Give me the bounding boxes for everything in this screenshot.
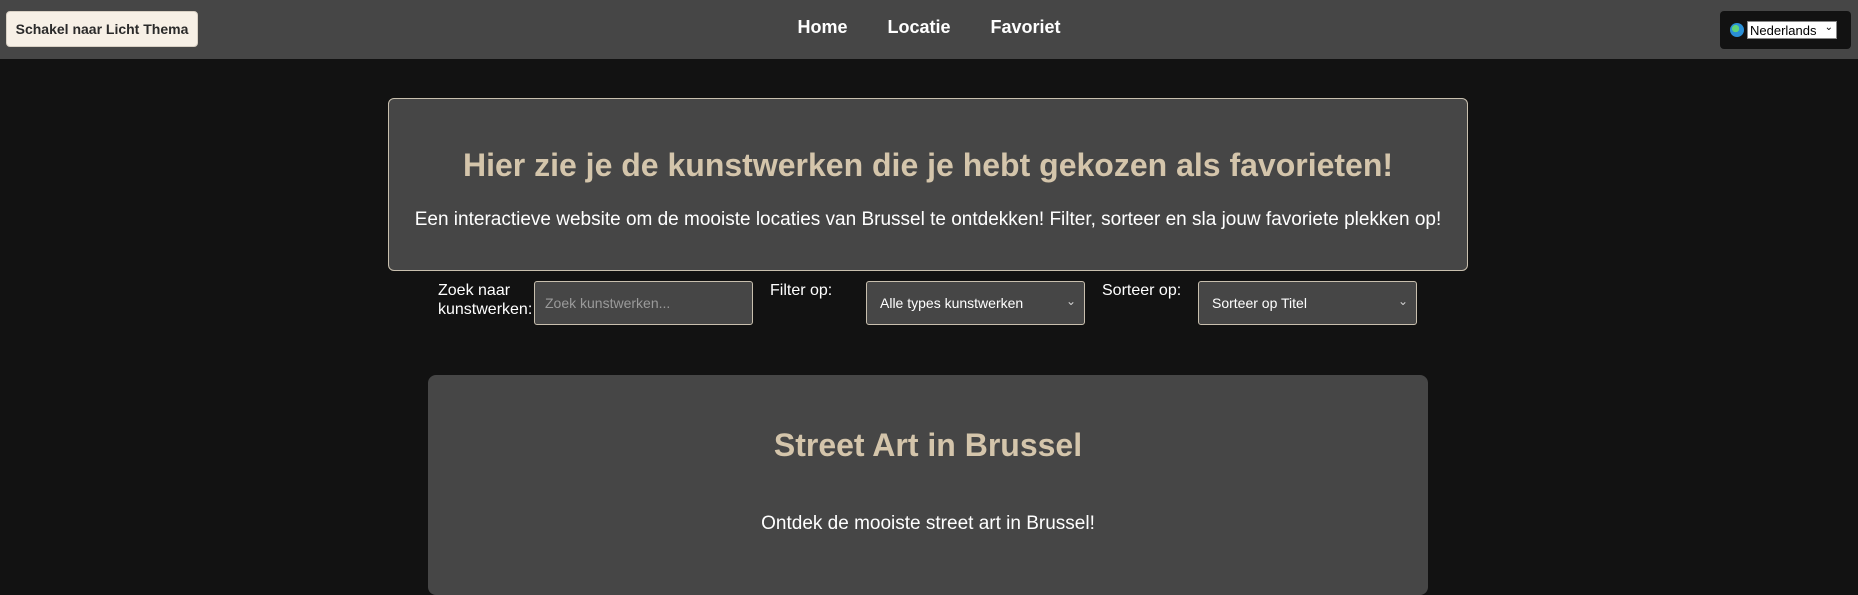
filter-select[interactable]: Alle types kunstwerken ⌄ xyxy=(866,281,1085,325)
nav-link-locatie[interactable]: Locatie xyxy=(887,17,950,38)
search-label-line2: kunstwerken: xyxy=(438,301,533,318)
nav-link-home[interactable]: Home xyxy=(797,17,847,38)
language-select[interactable]: Nederlands ⌄ xyxy=(1747,21,1837,39)
chevron-down-icon: ⌄ xyxy=(1065,294,1076,308)
sort-select-value: Sorteer op Titel xyxy=(1212,295,1307,311)
card-description: Ontdek de mooiste street art in Brussel! xyxy=(761,513,1095,534)
card-title: Street Art in Brussel xyxy=(773,427,1083,463)
language-select-value: Nederlands xyxy=(1750,22,1817,38)
search-input[interactable]: Zoek kunstwerken... xyxy=(534,281,753,325)
chevron-down-icon: ⌄ xyxy=(1397,294,1408,308)
filter-label: Filter op: xyxy=(770,282,833,299)
language-switcher: Nederlands ⌄ xyxy=(1720,11,1851,49)
hero-title: Hier zie je de kunstwerken die je hebt g… xyxy=(462,147,1394,183)
sort-label: Sorteer op: xyxy=(1102,282,1182,299)
artwork-card: Street Art in Brussel Ontdek de mooiste … xyxy=(428,375,1428,595)
search-label: Zoek naar kunstwerken: xyxy=(438,281,532,319)
globe-icon xyxy=(1730,23,1744,37)
main-nav: Home Locatie Favoriet xyxy=(0,17,1858,38)
hero-panel: Hier zie je de kunstwerken die je hebt g… xyxy=(388,98,1468,271)
filter-select-value: Alle types kunstwerken xyxy=(880,295,1024,311)
sort-select[interactable]: Sorteer op Titel ⌄ xyxy=(1198,281,1417,325)
chevron-down-icon: ⌄ xyxy=(1824,22,1833,33)
nav-link-favoriet[interactable]: Favoriet xyxy=(991,17,1061,38)
hero-subtitle: Een interactieve website om de mooiste l… xyxy=(414,209,1442,230)
search-label-line1: Zoek naar xyxy=(438,282,511,299)
top-navigation-bar: Schakel naar Licht Thema Home Locatie Fa… xyxy=(0,0,1858,59)
